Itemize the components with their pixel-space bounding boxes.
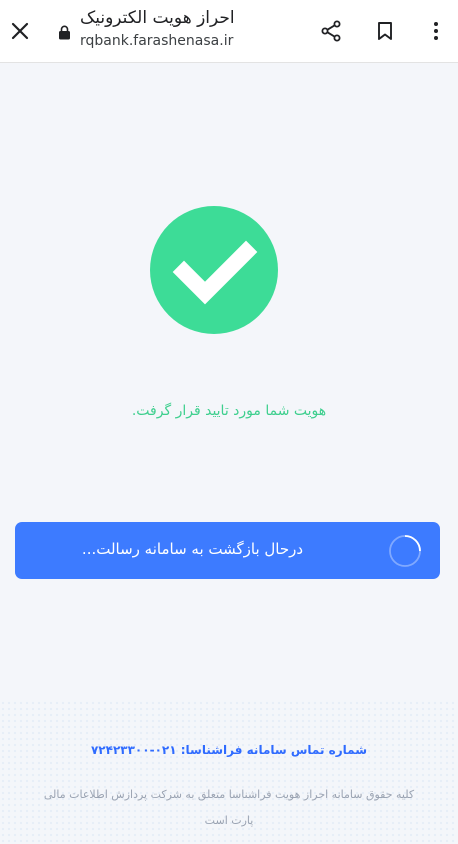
browser-toolbar: احراز هویت الکترونیک rqbank.farashenasa.… xyxy=(0,0,458,63)
copyright-text: کلیه حقوق سامانه احراز هویت فراشناسا متع… xyxy=(10,782,448,834)
close-icon[interactable] xyxy=(8,19,32,43)
copyright-line-1: کلیه حقوق سامانه احراز هویت فراشناسا متع… xyxy=(43,788,415,801)
check-circle-icon xyxy=(150,206,278,334)
contact-number[interactable]: ۰۲۱-۷۲۴۲۳۳۰۰ xyxy=(91,743,177,757)
url-text[interactable]: rqbank.farashenasa.ir xyxy=(80,33,233,49)
copyright-line-2: پارت است xyxy=(204,814,254,827)
lock-icon xyxy=(59,25,70,40)
success-message: هویت شما مورد تایید قرار گرفت. xyxy=(131,403,327,419)
more-vert-icon[interactable] xyxy=(424,19,448,43)
contact-info: شماره تماس سامانه فراشناسا: ۰۲۱-۷۲۴۲۳۳۰۰ xyxy=(0,743,458,757)
return-status-button[interactable]: درحال بازگشت به سامانه رسالت... xyxy=(15,522,440,579)
contact-label: شماره تماس سامانه فراشناسا: xyxy=(180,743,367,757)
loading-spinner-icon xyxy=(389,535,421,567)
page-title[interactable]: احراز هویت الکترونیک xyxy=(80,8,280,28)
share-icon[interactable] xyxy=(319,19,343,43)
bookmark-icon[interactable] xyxy=(373,19,397,43)
return-status-text: درحال بازگشت به سامانه رسالت... xyxy=(81,540,304,558)
